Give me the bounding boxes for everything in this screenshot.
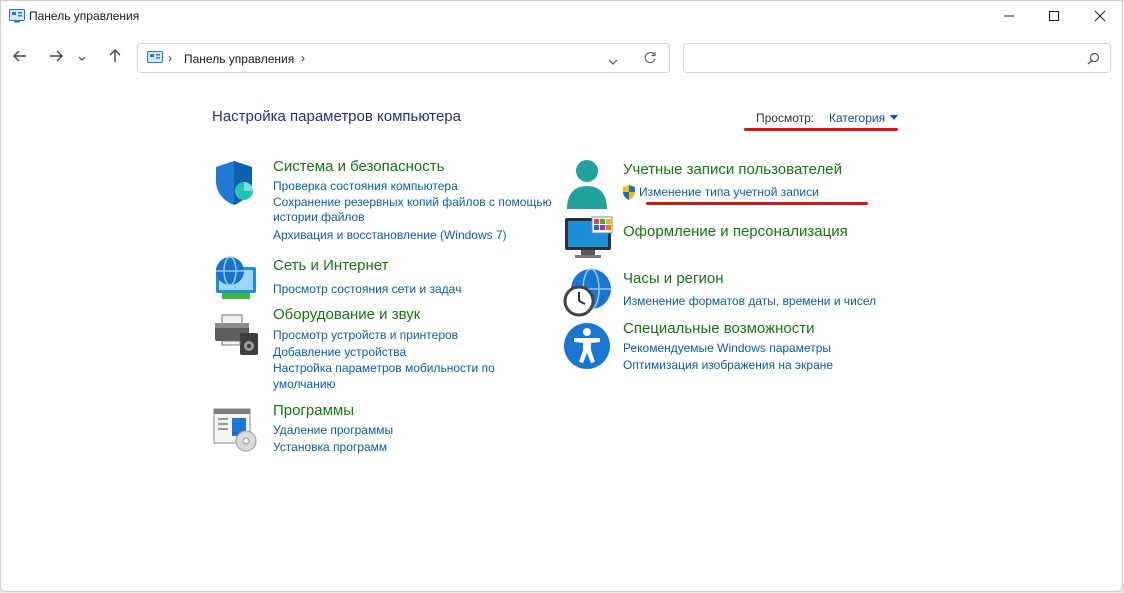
uac-shield-icon <box>622 185 636 205</box>
link-optimize-display[interactable]: Оптимизация изображения на экране <box>623 357 833 373</box>
control-panel-window: Панель управления › Панель управления › … <box>0 0 1123 592</box>
window-title: Панель управления <box>29 9 140 23</box>
link-recommended-settings[interactable]: Рекомендуемые Windows параметры <box>623 340 831 356</box>
chevron-down-icon <box>78 49 86 67</box>
link-install-programs[interactable]: Установка программ <box>273 439 387 455</box>
link-change-date-formats[interactable]: Изменение форматов даты, времени и чисел <box>623 293 876 309</box>
breadcrumb-separator[interactable]: › <box>301 51 305 65</box>
breadcrumb-control-panel[interactable]: Панель управления <box>184 52 294 66</box>
arrow-left-icon <box>13 49 27 67</box>
red-annotation-underline <box>646 202 868 205</box>
page-title: Настройка параметров компьютера <box>212 108 461 125</box>
clock-globe-icon <box>563 267 611 317</box>
arrow-up-icon <box>109 48 121 68</box>
appearance-heading[interactable]: Оформление и персонализация <box>623 224 848 240</box>
control-panel-app-icon <box>9 9 25 28</box>
accessibility-heading[interactable]: Специальные возможности <box>623 321 815 337</box>
view-by-dropdown[interactable]: Категория <box>829 111 885 125</box>
search-input[interactable] <box>683 43 1111 73</box>
network-globe-icon <box>212 253 260 301</box>
user-accounts-icon <box>563 159 611 209</box>
link-backup-restore-win7[interactable]: Архивация и восстановление (Windows 7) <box>273 227 507 243</box>
link-check-computer-status[interactable]: Проверка состояния компьютера <box>273 178 458 194</box>
programs-icon <box>212 405 260 453</box>
maximize-button[interactable] <box>1031 1 1077 31</box>
link-file-history-backup-cont[interactable]: истории файлов <box>273 209 365 225</box>
network-internet-heading[interactable]: Сеть и Интернет <box>273 258 389 274</box>
address-bar[interactable]: › Панель управления › <box>137 43 670 73</box>
user-accounts-heading[interactable]: Учетные записи пользователей <box>623 162 842 178</box>
link-change-account-type[interactable]: Изменение типа учетной записи <box>639 184 819 200</box>
shield-icon <box>212 159 260 207</box>
forward-button[interactable] <box>45 47 67 69</box>
breadcrumb-separator[interactable]: › <box>168 51 172 65</box>
programs-heading[interactable]: Программы <box>273 403 354 419</box>
system-security-heading[interactable]: Система и безопасность <box>273 159 444 175</box>
minimize-button[interactable] <box>986 1 1032 31</box>
link-view-network-status[interactable]: Просмотр состояния сети и задач <box>273 281 461 297</box>
link-file-history-backup[interactable]: Сохранение резервных копий файлов с помо… <box>273 194 552 210</box>
navigation-bar: › Панель управления › <box>1 41 1122 75</box>
view-by-label: Просмотр: <box>756 111 815 125</box>
back-button[interactable] <box>9 47 31 69</box>
red-annotation-underline <box>744 128 898 131</box>
link-mobility-settings-cont[interactable]: умолчанию <box>273 376 336 392</box>
link-uninstall-program[interactable]: Удаление программы <box>273 422 393 438</box>
printer-icon <box>212 311 260 359</box>
link-mobility-settings[interactable]: Настройка параметров мобильности по <box>273 360 495 376</box>
search-icon <box>1087 52 1100 70</box>
link-view-devices-printers[interactable]: Просмотр устройств и принтеров <box>273 327 458 343</box>
clock-region-heading[interactable]: Часы и регион <box>623 271 724 287</box>
title-bar: Панель управления <box>1 1 1122 31</box>
arrow-right-icon <box>49 49 63 67</box>
chevron-down-icon[interactable] <box>608 53 618 71</box>
up-button[interactable] <box>104 47 126 69</box>
hardware-sound-heading[interactable]: Оборудование и звук <box>273 307 420 323</box>
monitor-personalization-icon <box>563 215 613 263</box>
link-add-device[interactable]: Добавление устройства <box>273 344 406 360</box>
close-button[interactable] <box>1077 1 1122 31</box>
recent-locations-button[interactable] <box>75 47 89 69</box>
caret-down-icon[interactable] <box>890 115 898 120</box>
refresh-icon[interactable] <box>643 51 657 70</box>
control-panel-icon <box>147 51 163 70</box>
accessibility-icon <box>563 321 611 369</box>
